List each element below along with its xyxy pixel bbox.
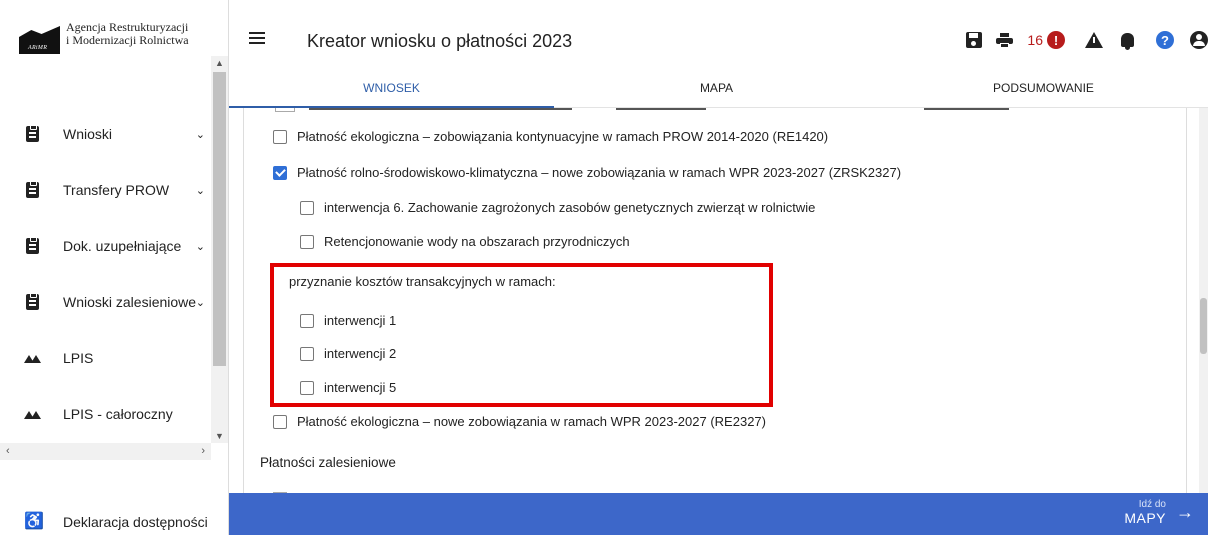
clipboard-icon [24,125,40,142]
bell-icon [1121,33,1134,50]
checkbox[interactable] [300,346,314,361]
checkbox[interactable] [300,380,314,395]
option-interwencji-1[interactable]: interwencji 1 [300,313,396,328]
checkbox[interactable] [300,313,314,328]
warning-icon [1085,32,1103,48]
clipboard-icon [24,293,40,310]
option-interwencja-6[interactable]: interwencja 6. Zachowanie zagrożonych za… [300,200,815,215]
scrollbar-thumb[interactable] [213,72,226,366]
bottom-action-bar: Idź do MAPY → [229,493,1208,535]
option-label: Retencjonowanie wody na obszarach przyro… [324,234,630,249]
option-label: Płatność ekologiczna – nowe zobowiązania… [297,414,766,429]
scroll-down-icon[interactable]: ▼ [215,431,224,441]
terrain-icon [24,406,41,422]
option-label: Płatność rolno-środowiskowo-klimatyczna … [297,165,902,180]
save-button[interactable] [966,29,983,51]
cut-off-checkbox [275,108,295,112]
sidebar-item-wnioski[interactable]: Wnioski ⌄ [0,116,211,152]
clipboard-icon [24,237,40,254]
option-zrsk2327[interactable]: Płatność rolno-środowiskowo-klimatyczna … [273,165,901,180]
accessibility-declaration-link[interactable]: ♿ Deklaracja dostępności [0,505,229,535]
logo-text: Agencja Restrukturyzacji i Modernizacji … [66,20,189,47]
cut-off-text [616,108,706,110]
arrow-right-icon: → [1176,502,1194,522]
agency-logo[interactable]: ARiMR Agencja Restrukturyzacji i Moderni… [19,20,189,54]
sidebar: ARiMR Agencja Restrukturyzacji i Moderni… [0,0,229,535]
goto-big-label: MAPY [1124,510,1166,526]
option-label: interwencji 1 [324,313,397,328]
main-tabs: WNIOSEK MAPA PODSUMOWANIE [229,74,1208,108]
option-retencjonowanie-wody[interactable]: Retencjonowanie wody na obszarach przyro… [300,234,630,249]
chevron-down-icon: ⌄ [195,128,205,141]
chevron-down-icon: ⌄ [195,296,205,309]
warnings-button[interactable] [1085,29,1103,51]
sidebar-vertical-scrollbar[interactable]: ▲ ▼ [211,56,228,443]
checkbox[interactable] [273,129,287,144]
help-icon: ? [1156,31,1174,49]
help-button[interactable]: ? [1156,29,1174,51]
option-interwencji-2[interactable]: interwencji 2 [300,346,396,361]
print-button[interactable] [996,29,1014,51]
cut-off-text [309,108,572,110]
sidebar-item-label: Wnioski zalesieniowe [63,294,197,310]
cut-off-text [924,108,1009,110]
hamburger-menu-icon[interactable] [249,32,265,46]
account-icon [1190,31,1208,49]
option-label: interwencja 6. Zachowanie zagrożonych za… [324,200,816,215]
print-icon [996,32,1014,48]
error-count: 16 [1027,32,1043,48]
scroll-up-icon[interactable]: ▲ [215,58,224,68]
sidebar-item-label: Transfery PROW [63,182,170,198]
accessibility-icon: ♿ [24,513,44,530]
terrain-icon [24,350,41,366]
errors-button[interactable]: 16 ! [1027,29,1065,51]
sidebar-item-wnioski-zalesieniowe[interactable]: Wnioski zalesieniowe ⌄ [0,284,211,320]
sidebar-item-lpis-caloroczny[interactable]: LPIS - całoroczny [0,396,211,432]
checkbox[interactable] [273,414,287,429]
option-label: Płatność ekologiczna – zobowiązania kont… [297,129,829,144]
section-heading-zalesieniowe: Płatności zalesieniowe [260,455,396,470]
sidebar-item-label: LPIS - całoroczny [63,406,173,422]
form-content: Płatność ekologiczna – zobowiązania kont… [229,108,1199,496]
logo-mark-text: ARiMR [28,45,48,51]
option-re2327[interactable]: Płatność ekologiczna – nowe zobowiązania… [273,414,766,429]
clipboard-icon [24,181,40,198]
scroll-right-icon[interactable]: › [201,445,205,457]
scrollbar-thumb[interactable] [1200,298,1207,354]
header-toolbar: 16 ! ? [952,28,1208,52]
content-vertical-scrollbar[interactable] [1199,108,1208,496]
transaction-costs-heading: przyznanie kosztów transakcyjnych w rama… [289,274,556,289]
logo-mark-icon: ARiMR [19,20,60,54]
tab-mapa[interactable]: MAPA [554,74,879,108]
sidebar-horizontal-scrollbar[interactable]: ‹ › [0,443,211,460]
checkbox[interactable] [300,200,314,215]
option-interwencji-5[interactable]: interwencji 5 [300,380,396,395]
logo-line-2: i Modernizacji Rolnictwa [66,33,189,47]
checkbox[interactable] [300,234,314,249]
save-icon [966,32,983,48]
accessibility-label: Deklaracja dostępności [63,514,208,530]
option-label: interwencji 5 [324,380,397,395]
page-title: Kreator wniosku o płatności 2023 [307,31,573,51]
goto-small-label: Idź do [1138,499,1166,510]
notifications-button[interactable] [1121,29,1134,51]
scroll-left-icon[interactable]: ‹ [6,445,10,457]
account-button[interactable] [1190,29,1208,51]
error-icon: ! [1047,31,1065,49]
checkbox-checked[interactable] [273,165,287,180]
sidebar-item-transfery-prow[interactable]: Transfery PROW ⌄ [0,172,211,208]
sidebar-item-label: Dok. uzupełniające [63,238,182,254]
chevron-down-icon: ⌄ [195,240,205,253]
option-label: interwencji 2 [324,346,397,361]
sidebar-item-label: Wnioski [63,126,113,142]
sidebar-item-label: LPIS [63,350,94,366]
app-header: Kreator wniosku o płatności 2023 16 ! ? … [229,0,1208,108]
chevron-down-icon: ⌄ [195,184,205,197]
option-re1420[interactable]: Płatność ekologiczna – zobowiązania kont… [273,129,828,144]
sidebar-item-lpis[interactable]: LPIS [0,340,211,376]
sidebar-item-dok-uzupelniajace[interactable]: Dok. uzupełniające ⌄ [0,228,211,264]
tab-podsumowanie[interactable]: PODSUMOWANIE [879,74,1208,108]
tab-wniosek[interactable]: WNIOSEK [229,74,554,108]
goto-map-button[interactable]: Idź do MAPY → [1124,499,1194,526]
